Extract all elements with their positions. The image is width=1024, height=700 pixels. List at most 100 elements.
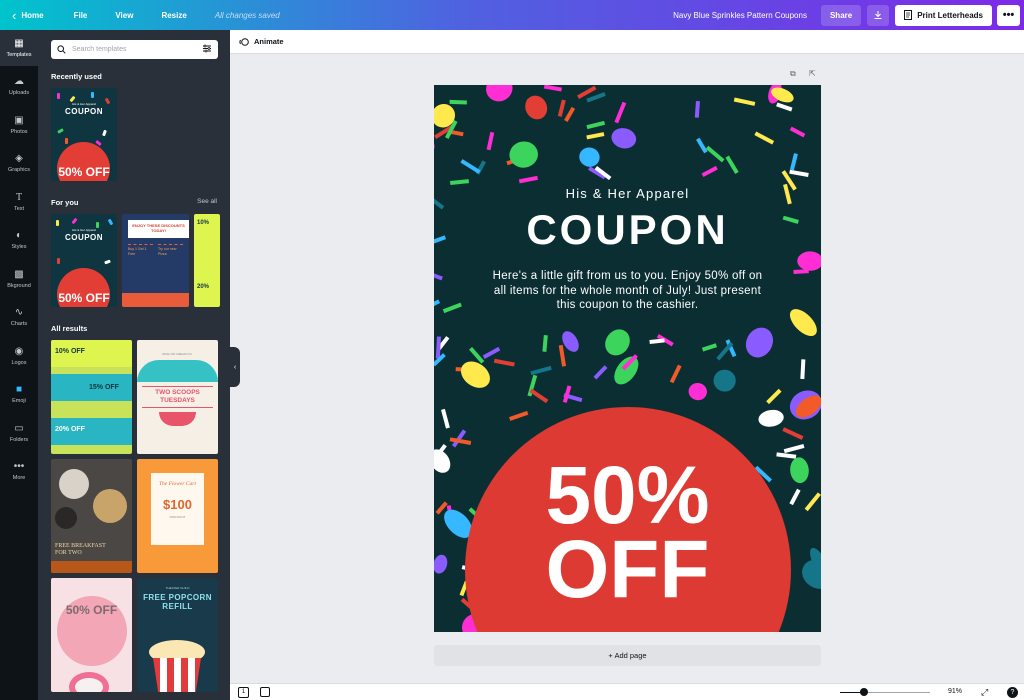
coupon-body-text[interactable]: Here's a little gift from us to you. Enj…	[486, 269, 769, 313]
sprinkle-stick	[701, 165, 718, 178]
sprinkle-stick	[434, 344, 435, 363]
nav-logos[interactable]: ◉ Logos	[0, 338, 38, 374]
zoom-level[interactable]: 91%	[948, 688, 962, 695]
print-button[interactable]: Print Letterheads	[895, 4, 992, 26]
nav-charts[interactable]: ∿ Charts	[0, 299, 38, 335]
nav-uploads[interactable]: ☁ Uploads	[0, 68, 38, 104]
duplicate-page-icon[interactable]: ⧉	[790, 69, 796, 79]
nav-text[interactable]: T Text	[0, 184, 38, 220]
document-title[interactable]: Navy Blue Sprinkles Pattern Coupons	[673, 11, 807, 20]
nav-emoji[interactable]: ■ Emoji	[0, 376, 38, 412]
thumb-subtitle: His & Her Apparel	[72, 102, 96, 106]
template-thumbnail[interactable]: His & Her Apparel COUPON 50% OFF	[51, 214, 117, 307]
side-nav: ▦ Templates ☁ Uploads ▣ Photos ◈ Graphic…	[0, 30, 38, 700]
help-icon[interactable]: ?	[1007, 687, 1018, 698]
nav-styles[interactable]: ◐ Styles	[0, 222, 38, 258]
sprinkle-dot	[713, 369, 736, 392]
template-thumbnail[interactable]: The Flower Cart $100 DISCOUNT	[137, 459, 218, 573]
sprinkle-stick	[518, 175, 538, 184]
sprinkle-stick	[586, 120, 606, 130]
sprinkle-stick	[562, 385, 572, 403]
nav-more[interactable]: ••• More	[0, 453, 38, 489]
thumb-footer	[122, 293, 189, 307]
thumb-header: ENJOY THESE DISCOUNTS TODAY!	[128, 220, 189, 238]
share-button[interactable]: Share	[820, 4, 862, 26]
animate-icon	[239, 37, 249, 46]
bottom-bar: 1 91% ⤢ ?	[230, 683, 1024, 700]
sprinkle-dot	[434, 104, 456, 128]
download-icon	[874, 11, 882, 19]
print-label: Print Letterheads	[917, 10, 983, 20]
filter-icon[interactable]	[202, 44, 212, 55]
zoom-slider[interactable]	[840, 688, 930, 696]
template-search[interactable]: Search templates	[51, 40, 218, 59]
templates-icon: ▦	[14, 37, 24, 49]
template-thumbnail[interactable]: 10% 20%	[194, 214, 220, 307]
page-count-button[interactable]: 1	[238, 687, 249, 698]
view-menu[interactable]: View	[115, 11, 133, 20]
popcorn-box-icon	[153, 658, 201, 692]
sprinkle-stick	[789, 126, 806, 138]
sprinkle-stick	[529, 388, 549, 404]
templates-panel: Search templates Recently used His & Her…	[38, 30, 230, 700]
zoom-handle[interactable]	[860, 688, 869, 696]
upload-icon: ☁	[14, 75, 24, 87]
animate-button[interactable]: Animate	[254, 37, 284, 46]
coupon-subtitle[interactable]: His & Her Apparel	[434, 186, 821, 201]
recently-used-heading: Recently used	[51, 72, 102, 81]
notes-icon[interactable]	[260, 687, 270, 697]
template-thumbnail[interactable]: His & Her Apparel COUPON 50% OFF	[51, 88, 117, 181]
template-thumbnail[interactable]: RICE OR CREAM CO. TWO SCOOPS TUESDAYS	[137, 340, 218, 454]
more-options-button[interactable]: •••	[997, 4, 1020, 26]
sprinkle-stick	[701, 343, 718, 352]
nav-templates[interactable]: ▦ Templates	[0, 30, 38, 66]
sprinkle-dot	[605, 329, 630, 356]
sprinkle-stick	[434, 144, 435, 150]
sprinkle-stick	[766, 388, 782, 405]
template-thumbnail[interactable]: THEATER GUILD FREE POPCORN REFILL	[137, 578, 218, 692]
sprinkle-stick	[530, 365, 552, 376]
shapes-icon: ◈	[15, 152, 23, 164]
emoji-icon: ■	[15, 383, 23, 395]
sprinkle-stick	[705, 145, 725, 163]
download-button[interactable]	[867, 4, 890, 26]
template-thumbnail[interactable]: 50% OFF	[51, 578, 132, 692]
design-page[interactable]: His & Her Apparel COUPON Here's a little…	[434, 85, 821, 632]
sprinkle-stick	[586, 132, 605, 140]
nav-background[interactable]: ▩ Bkground	[0, 261, 38, 297]
save-status: All changes saved	[214, 10, 280, 20]
nav-emoji-label: Emoji	[12, 397, 26, 404]
logo-icon: ◉	[14, 345, 24, 357]
file-menu[interactable]: File	[74, 11, 88, 20]
sprinkle-stick	[442, 302, 462, 314]
sprinkle-stick	[614, 101, 627, 124]
discount-text[interactable]: 50% OFF	[434, 455, 821, 611]
nav-photos[interactable]: ▣ Photos	[0, 107, 38, 143]
sprinkle-stick	[800, 359, 806, 380]
sprinkle-stick	[469, 346, 485, 364]
sprinkle-stick	[783, 443, 805, 454]
collapse-panel-button[interactable]: ‹	[230, 347, 240, 387]
fullscreen-icon[interactable]: ⤢	[981, 687, 988, 698]
sprinkle-stick	[482, 346, 501, 360]
thumb-title: FREE BREAKFAST FOR TWO	[55, 543, 106, 556]
coupon-title[interactable]: COUPON	[434, 206, 821, 254]
nav-uploads-label: Uploads	[8, 89, 30, 96]
template-thumbnail[interactable]: ENJOY THESE DISCOUNTS TODAY! Buy 1 Get 1…	[122, 214, 189, 307]
resize-menu[interactable]: Resize	[161, 11, 186, 20]
search-input[interactable]: Search templates	[72, 46, 126, 53]
nav-graphics[interactable]: ◈ Graphics	[0, 145, 38, 181]
see-all-link[interactable]: See all	[197, 198, 217, 205]
home-button[interactable]: ‹ Home	[12, 9, 44, 22]
add-page-icon[interactable]: ⇱	[809, 69, 816, 78]
template-thumbnail[interactable]: 10% OFF 15% OFF 20% OFF	[51, 340, 132, 454]
nav-text-label: Text	[13, 205, 25, 212]
sprinkle-stick	[486, 131, 495, 151]
thumb-header: RICE OR CREAM CO.	[162, 352, 193, 356]
background-icon: ▩	[14, 268, 24, 280]
thumb-discount: 50% OFF	[65, 603, 118, 617]
template-thumbnail[interactable]: FREE BREAKFAST FOR TWO	[51, 459, 132, 573]
top-bar: ‹ Home File View Resize All changes save…	[0, 0, 1024, 30]
add-page-button[interactable]: + Add page	[434, 645, 821, 666]
nav-folders[interactable]: ▭ Folders	[0, 415, 38, 451]
